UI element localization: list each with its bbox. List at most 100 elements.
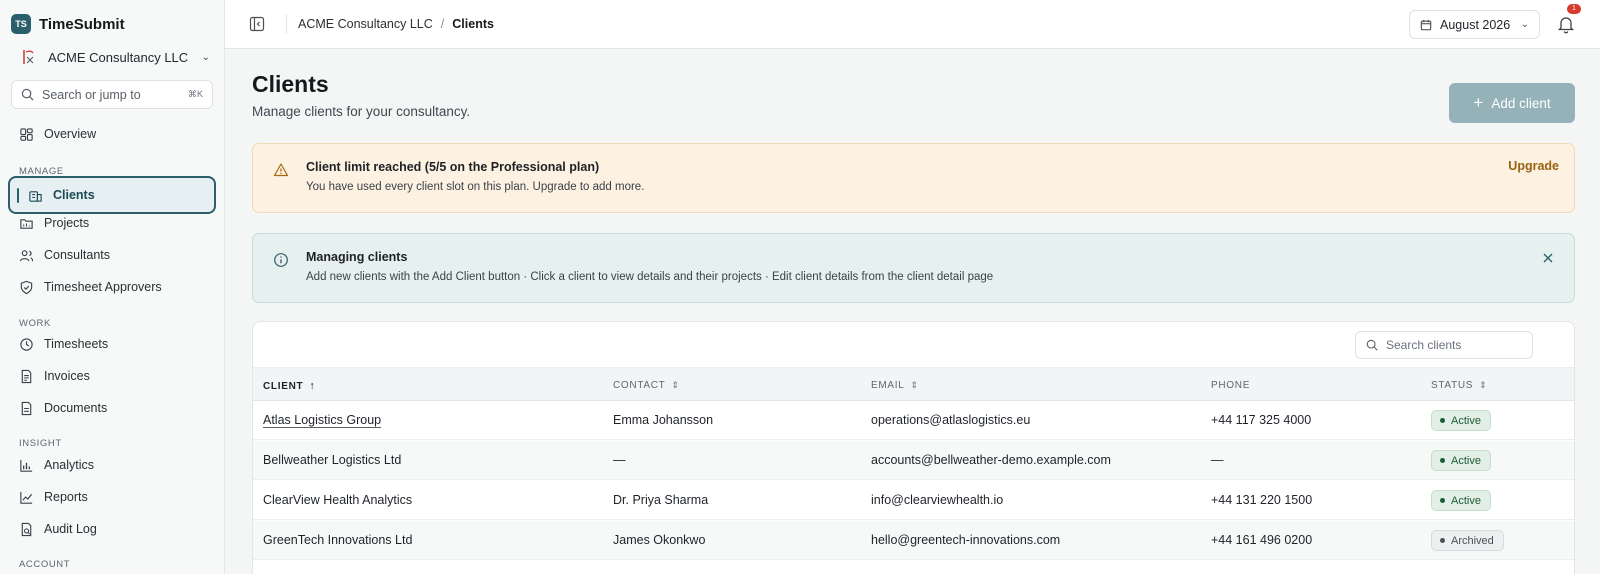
status-label: Active	[1451, 454, 1481, 467]
sidebar-item-label: Invoices	[44, 369, 90, 383]
contact-cell: Emma Johansson	[613, 413, 714, 427]
column-header-email[interactable]: EMAIL ⇕	[871, 380, 919, 391]
section-label-insight: INSIGHT	[19, 438, 62, 449]
sidebar-item-documents[interactable]: Documents	[19, 396, 215, 420]
alert-title: Client limit reached (5/5 on the Profess…	[306, 160, 600, 174]
client-name-link[interactable]: ClearView Health Analytics	[263, 493, 412, 507]
sidebar-item-label: Clients	[53, 188, 95, 202]
chevron-down-icon: ⌄	[201, 51, 210, 63]
warning-icon	[273, 163, 289, 177]
column-header-status[interactable]: STATUS ⇕	[1431, 380, 1487, 391]
month-picker[interactable]: August 2026 ⌄	[1409, 10, 1540, 39]
breadcrumb-current: Clients	[452, 17, 494, 31]
phone-cell: +44 117 325 4000	[1211, 413, 1312, 427]
users-icon	[19, 249, 34, 261]
client-name-link[interactable]: Bellweather Logistics Ltd	[263, 453, 401, 467]
table-row[interactable]: ClearView Health Analytics Dr. Priya Sha…	[253, 481, 1574, 520]
column-label: CONTACT	[613, 380, 666, 391]
main-content: Clients Manage clients for your consulta…	[225, 49, 1600, 574]
sidebar: TS TimeSubmit ACME Consultancy LLC ⌄ Sea…	[0, 0, 225, 574]
alert-body: You have used every client slot on this …	[306, 181, 645, 193]
chevron-down-icon: ⌄	[1520, 19, 1529, 30]
phone-cell: +44 161 496 0200	[1211, 533, 1313, 547]
sidebar-item-overview[interactable]: Overview	[19, 122, 215, 146]
add-client-button[interactable]: + Add client	[1449, 83, 1575, 123]
close-icon[interactable]	[1542, 252, 1554, 264]
column-header-contact[interactable]: CONTACT ⇕	[613, 380, 680, 391]
sidebar-item-approvers[interactable]: Timesheet Approvers	[19, 275, 215, 299]
shield-check-icon	[20, 280, 33, 294]
shortcut-hint: ⌘K	[187, 89, 203, 99]
column-label: EMAIL	[871, 380, 905, 391]
alert-title: Managing clients	[306, 250, 408, 264]
sidebar-item-label: Audit Log	[44, 522, 97, 536]
column-label: STATUS	[1431, 380, 1474, 391]
breadcrumb-org[interactable]: ACME Consultancy LLC	[298, 17, 433, 31]
sidebar-search[interactable]: Search or jump to ⌘K	[11, 80, 213, 109]
status-dot	[1440, 418, 1445, 423]
phone-cell: +44 131 220 1500	[1211, 493, 1313, 507]
page-title: Clients	[252, 71, 329, 97]
sidebar-item-analytics[interactable]: Analytics	[19, 453, 215, 477]
sidebar-item-label: Timesheets	[44, 337, 109, 351]
status-dot	[1440, 458, 1445, 463]
email-cell: operations@atlaslogistics.eu	[871, 413, 1031, 427]
table-row[interactable]: Atlas Logistics Group Emma Johansson ope…	[253, 401, 1574, 440]
audit-log-icon	[21, 522, 32, 536]
org-switcher[interactable]: ACME Consultancy LLC ⌄	[20, 46, 210, 68]
sidebar-item-label: Analytics	[44, 458, 95, 472]
brand[interactable]: TS TimeSubmit	[11, 14, 125, 34]
sort-icon: ⇕	[1479, 380, 1488, 390]
email-cell: accounts@bellweather-demo.example.com	[871, 453, 1111, 467]
table-row[interactable]: GreenTech Innovations Ltd James Okonkwo …	[253, 521, 1574, 560]
sort-icon: ⇕	[910, 380, 919, 390]
sidebar-item-label: Timesheet Approvers	[44, 280, 162, 294]
breadcrumb: ACME Consultancy LLC / Clients	[298, 17, 494, 31]
sidebar-item-consultants[interactable]: Consultants	[19, 243, 215, 267]
bell-icon[interactable]	[1556, 14, 1576, 34]
contact-cell: —	[613, 453, 626, 467]
table-search-input[interactable]: Search clients	[1355, 331, 1533, 359]
page-subtitle: Manage clients for your consultancy.	[252, 104, 471, 119]
column-header-client[interactable]: CLIENT ↑	[263, 380, 316, 392]
grid-icon	[20, 127, 33, 141]
email-cell: info@clearviewhealth.io	[871, 493, 1004, 507]
sidebar-item-audit-log[interactable]: Audit Log	[19, 517, 215, 541]
sidebar-item-timesheets[interactable]: Timesheets	[19, 332, 215, 356]
column-header-phone[interactable]: PHONE	[1211, 380, 1250, 391]
section-label-work: WORK	[19, 318, 51, 329]
sidebar-item-clients[interactable]: Clients	[8, 176, 216, 214]
upgrade-link[interactable]: Upgrade	[1508, 159, 1559, 173]
contact-cell: James Okonkwo	[613, 533, 706, 547]
month-label: August 2026	[1440, 17, 1511, 32]
plus-icon: +	[1473, 93, 1484, 112]
org-logo-icon	[23, 50, 34, 64]
status-dot	[1440, 498, 1445, 503]
client-name-link[interactable]: Atlas Logistics Group	[263, 413, 381, 427]
info-alert: Managing clients Add new clients with th…	[252, 233, 1575, 303]
alert-body: Add new clients with the Add Client butt…	[306, 271, 994, 283]
topbar: ACME Consultancy LLC / Clients August 20…	[225, 0, 1600, 49]
search-icon	[1366, 339, 1378, 351]
contact-cell: Dr. Priya Sharma	[613, 493, 709, 507]
client-name-link[interactable]: GreenTech Innovations Ltd	[263, 533, 412, 547]
sidebar-item-reports[interactable]: Reports	[19, 485, 215, 509]
arrow-up-icon: ↑	[309, 380, 316, 392]
table-header: CLIENT ↑ CONTACT ⇕ EMAIL ⇕ PHONE STATUS …	[253, 367, 1574, 401]
phone-cell: —	[1211, 453, 1224, 467]
status-label: Active	[1451, 414, 1481, 427]
sidebar-toggle-icon[interactable]	[249, 16, 265, 32]
sidebar-item-projects[interactable]: Projects	[19, 211, 215, 235]
table-row[interactable]: Bellweather Logistics Ltd — accounts@bel…	[253, 441, 1574, 480]
status-badge: Active	[1431, 410, 1491, 431]
sort-icon: ⇕	[671, 380, 680, 390]
table-search-placeholder: Search clients	[1386, 338, 1462, 352]
status-badge: Active	[1431, 450, 1491, 471]
file-text-icon	[21, 369, 32, 383]
email-cell: hello@greentech-innovations.com	[871, 533, 1061, 547]
line-chart-icon	[20, 491, 33, 504]
sidebar-item-invoices[interactable]: Invoices	[19, 364, 215, 388]
brand-name: TimeSubmit	[39, 15, 125, 33]
breadcrumb-separator: /	[440, 17, 445, 31]
column-label: CLIENT	[263, 380, 304, 392]
